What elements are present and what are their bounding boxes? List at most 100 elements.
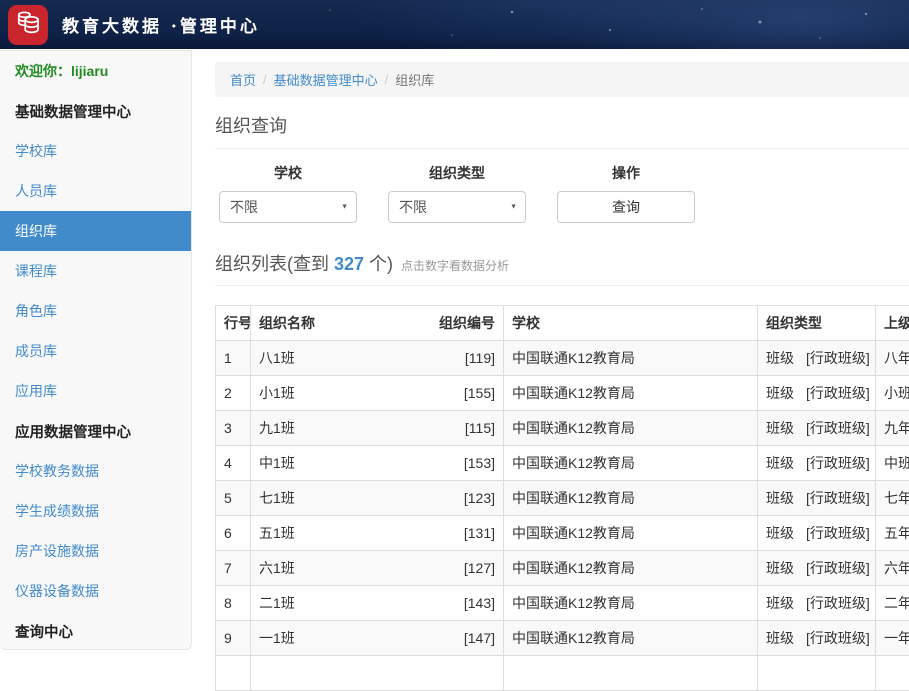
- cell-org-code: [127]: [401, 551, 504, 586]
- org-type-tag: [行政班级]: [806, 490, 870, 506]
- cell-parent: 二年: [876, 586, 909, 621]
- breadcrumb-item-label: /: [385, 72, 389, 87]
- org-type-label: 班级: [766, 560, 794, 576]
- org-type-label: 班级: [766, 385, 794, 401]
- cell-org-type: 班级[行政班级]: [758, 446, 876, 481]
- cell-org-name: 中1班: [251, 446, 401, 481]
- cell-org-type: 班级[行政班级]: [758, 586, 876, 621]
- table-row: 2 小1班 [155] 中国联通K12教育局 班级[行政班级] 小班: [216, 376, 909, 411]
- database-icon: [12, 6, 44, 43]
- cell-school: 中国联通K12教育局: [504, 411, 758, 446]
- breadcrumb: 首页 / 基础数据管理中心 / 组织库: [215, 62, 909, 97]
- table-header-row: 行号 组织名称 组织编号 学校 组织类型 上级: [216, 306, 909, 341]
- col-header-org-type: 组织类型: [758, 306, 876, 341]
- sidebar-item[interactable]: 学校库: [0, 131, 191, 171]
- cell-parent: 八年: [876, 341, 909, 376]
- list-title-prefix: 组织列表(查到: [215, 250, 329, 276]
- sidebar-item: 查询中心: [0, 611, 191, 650]
- sidebar-item[interactable]: 学校教务数据: [0, 451, 191, 491]
- query-button[interactable]: 查询: [557, 191, 695, 223]
- cell-org-name: 一1班: [251, 621, 401, 656]
- org-type-label: 班级: [766, 455, 794, 471]
- sidebar-item[interactable]: 人员库: [0, 171, 191, 211]
- sidebar-item-label: 组织库: [15, 221, 57, 241]
- cell-parent: 九年: [876, 411, 909, 446]
- result-count[interactable]: 327: [334, 254, 364, 275]
- sidebar-item: 欢迎你：lijiaru: [0, 51, 191, 91]
- sidebar-item-label: 课程库: [15, 261, 57, 281]
- table-row: 7 六1班 [127] 中国联通K12教育局 班级[行政班级] 六年: [216, 551, 909, 586]
- cell-school: 中国联通K12教育局: [504, 481, 758, 516]
- list-title: 组织列表(查到 327 个) 点击数字看数据分析: [215, 250, 909, 276]
- sidebar-item-label: 学生成绩数据: [15, 501, 99, 521]
- filter-bar: 学校 不限 ▼ 组织类型 不限 ▼ 操作 查询: [219, 163, 909, 223]
- school-select[interactable]: 不限: [219, 191, 357, 223]
- cell-org-type: 班级 [行政班级]: [758, 481, 876, 516]
- cell-org-type: 班级 [行政班级]: [758, 621, 876, 656]
- sidebar-item[interactable]: 组织库: [0, 211, 191, 251]
- org-type-label: 班级: [766, 595, 794, 611]
- sidebar-item-label: 学校库: [15, 141, 57, 161]
- col-header-row-no: 行号: [216, 306, 251, 341]
- main-content: 首页 / 基础数据管理中心 / 组织库 组织查询 学校 不限 ▼ 组织类型 不: [215, 49, 909, 691]
- org-type-label: 班级: [766, 350, 794, 366]
- org-type-tag: [行政班级]: [806, 630, 870, 646]
- sidebar-item-label: 成员库: [15, 341, 57, 361]
- cell-org-name: 九1班: [251, 411, 401, 446]
- cell-org-name: 二1班: [251, 586, 401, 621]
- divider: [215, 148, 909, 149]
- sidebar-item[interactable]: 仪器设备数据: [0, 571, 191, 611]
- org-type-select[interactable]: 不限: [388, 191, 526, 223]
- breadcrumb-item: 组织库: [395, 70, 434, 89]
- org-type-label: 班级: [766, 630, 794, 646]
- cell-row-no: 9: [216, 621, 251, 656]
- cell-org-name: 七1班: [251, 481, 401, 516]
- cell-org-code: [155]: [401, 376, 504, 411]
- cell-org-code: [119]: [401, 341, 504, 376]
- sidebar-item: 应用数据管理中心: [0, 411, 191, 451]
- cell-org-type: 班级[行政班级]: [758, 341, 876, 376]
- col-header-org-name: 组织名称: [251, 306, 401, 341]
- sidebar-item[interactable]: 成员库: [0, 331, 191, 371]
- cell-row-no: 8: [216, 586, 251, 621]
- breadcrumb-item[interactable]: 首页: [230, 70, 256, 89]
- breadcrumb-item-label: /: [263, 72, 267, 87]
- org-type-tag: [行政班级]: [806, 420, 870, 436]
- table-row-partial: [216, 656, 909, 691]
- col-header-parent: 上级: [876, 306, 909, 341]
- cell-org-name: 五1班: [251, 516, 401, 551]
- app-logo: [8, 5, 48, 45]
- col-header-school: 学校: [504, 306, 758, 341]
- cell-parent: 小班: [876, 376, 909, 411]
- sidebar-item: 基础数据管理中心: [0, 91, 191, 131]
- cell-parent: 七年: [876, 481, 909, 516]
- sidebar-item[interactable]: 角色库: [0, 291, 191, 331]
- col-header-org-code: 组织编号: [401, 306, 504, 341]
- org-type-label: 班级: [766, 490, 794, 506]
- breadcrumb-item: /: [256, 72, 274, 87]
- filter-org-type: 组织类型 不限 ▼: [388, 163, 526, 223]
- org-type-tag: [行政班级]: [806, 385, 870, 401]
- cell-parent: 六年: [876, 551, 909, 586]
- cell-org-name: 六1班: [251, 551, 401, 586]
- org-table: 行号 组织名称 组织编号 学校 组织类型 上级 1 八1班 [119] 中国联通…: [215, 305, 909, 691]
- cell-row-no: 6: [216, 516, 251, 551]
- table-row: 5 七1班 [123] 中国联通K12教育局 班级[行政班级] 七年: [216, 481, 909, 516]
- sidebar-item[interactable]: 房产设施数据: [0, 531, 191, 571]
- cell-school: 中国联通K12教育局: [504, 551, 758, 586]
- cell-row-no: 4: [216, 446, 251, 481]
- sidebar-nav: 欢迎你：lijiaru 基础数据管理中心 学校库 人员库 组织库 课程库 角色库…: [0, 50, 192, 650]
- top-header-bar: 教育大数据 ·管理中心: [0, 0, 909, 49]
- cell-school: 中国联通K12教育局: [504, 446, 758, 481]
- table-row: 1 八1班 [119] 中国联通K12教育局 班级[行政班级] 八年: [216, 341, 909, 376]
- breadcrumb-item[interactable]: 基础数据管理中心: [274, 70, 378, 89]
- cell-parent: 一年: [876, 621, 909, 656]
- sidebar-item[interactable]: 应用库: [0, 371, 191, 411]
- sidebar-item[interactable]: 学生成绩数据: [0, 491, 191, 531]
- cell-org-code: [153]: [401, 446, 504, 481]
- table-row: 9 一1班 [147] 中国联通K12教育局 班级[行政班级] 一年: [216, 621, 909, 656]
- sidebar-item[interactable]: 课程库: [0, 251, 191, 291]
- cell-row-no: 7: [216, 551, 251, 586]
- cell-school: 中国联通K12教育局: [504, 516, 758, 551]
- filter-action: 操作 查询: [557, 163, 695, 223]
